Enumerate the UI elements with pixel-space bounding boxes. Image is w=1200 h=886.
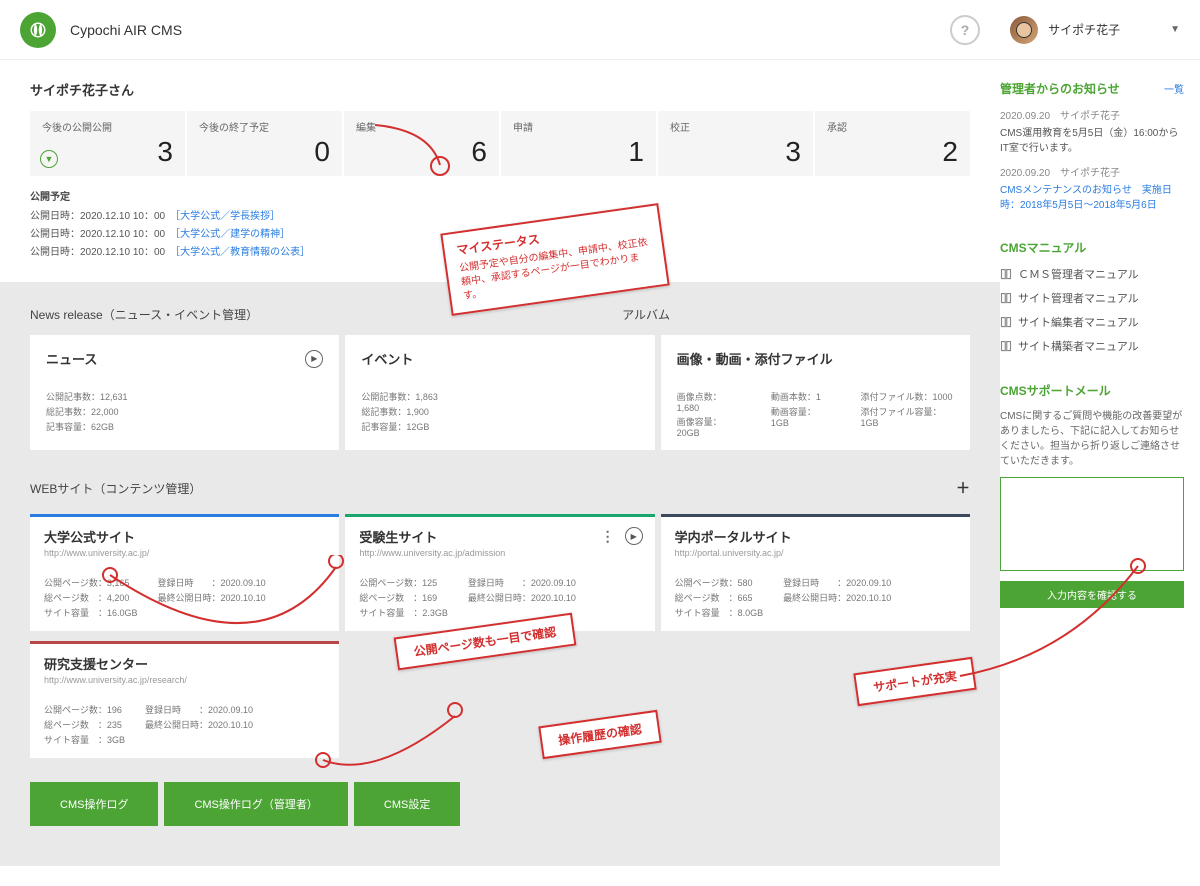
album-card[interactable]: 画像・動画・添付ファイル 画像点数：1,680画像容量：20GB 動画本数：1動…	[661, 335, 970, 450]
user-menu[interactable]: サイポチ花子 ▼	[1010, 16, 1180, 44]
support-submit-button[interactable]: 入力内容を確認する	[1000, 581, 1184, 608]
status-cell-publish[interactable]: 今後の公開公開 3 ▼	[30, 111, 185, 176]
status-cell-edit[interactable]: 編集6	[344, 111, 499, 176]
play-icon[interactable]: ▶	[625, 527, 643, 545]
manual-link[interactable]: サイト編集者マニュアル	[1000, 314, 1184, 330]
chevron-down-icon[interactable]: ▼	[40, 150, 58, 168]
notices-block: 管理者からのお知らせ一覧 2020.09.20 サイポチ花子CMS運用教育を5月…	[1000, 80, 1184, 211]
site-card-research[interactable]: 研究支援センター http://www.university.ac.jp/res…	[30, 641, 339, 758]
manual-block: CMSマニュアル ＣＭＳ管理者マニュアル サイト管理者マニュアル サイト編集者マ…	[1000, 239, 1184, 354]
help-icon[interactable]: ?	[950, 15, 980, 45]
status-row: 今後の公開公開 3 ▼ 今後の終了予定0 編集6 申請1 校正3 承認2	[30, 111, 970, 176]
play-icon[interactable]: ▶	[305, 350, 323, 368]
site-card-portal[interactable]: 学内ポータルサイト http://portal.university.ac.jp…	[661, 514, 970, 631]
support-textarea[interactable]	[1000, 477, 1184, 571]
manual-link[interactable]: サイト構築者マニュアル	[1000, 338, 1184, 354]
status-cell-approve[interactable]: 承認2	[815, 111, 970, 176]
support-block: CMSサポートメール CMSに関するご質問や機能の改善要望がありましたら、下記に…	[1000, 382, 1184, 608]
settings-button[interactable]: CMS設定	[354, 782, 460, 826]
publish-link[interactable]: ［大学公式／学長挨拶］	[175, 211, 280, 222]
book-icon	[1000, 268, 1012, 280]
publish-link[interactable]: ［大学公式／建学の精神］	[175, 229, 290, 240]
log-admin-button[interactable]: CMS操作ログ（管理者）	[164, 782, 347, 826]
logo-icon	[20, 12, 56, 48]
site-card-official[interactable]: 大学公式サイト http://www.university.ac.jp/ 公開ペ…	[30, 514, 339, 631]
site-card-admission[interactable]: ⋮▶ 受験生サイト http://www.university.ac.jp/ad…	[345, 514, 654, 631]
status-cell-end[interactable]: 今後の終了予定0	[187, 111, 342, 176]
book-icon	[1000, 340, 1012, 352]
notices-all-link[interactable]: 一覧	[1164, 81, 1184, 96]
manual-link[interactable]: ＣＭＳ管理者マニュアル	[1000, 266, 1184, 282]
plus-icon[interactable]: ＋	[956, 478, 970, 498]
status-cell-proof[interactable]: 校正3	[658, 111, 813, 176]
book-icon	[1000, 292, 1012, 304]
log-button[interactable]: CMS操作ログ	[30, 782, 158, 826]
manual-link[interactable]: サイト管理者マニュアル	[1000, 290, 1184, 306]
notice-link[interactable]: CMSメンテナンスのお知らせ 実施日時：2018年5月5日～2018年5月6日	[1000, 185, 1172, 211]
avatar	[1010, 16, 1038, 44]
web-section-head: WEBサイト（コンテンツ管理）＋	[30, 478, 970, 498]
app-title: Cypochi AIR CMS	[70, 22, 182, 38]
news-card[interactable]: ニュース▶ 公開記事数：12,631総記事数：22,000記事容量：62GB	[30, 335, 339, 450]
book-icon	[1000, 316, 1012, 328]
chevron-down-icon: ▼	[1170, 24, 1180, 35]
publish-link[interactable]: ［大学公式／教育情報の公表］	[175, 247, 310, 258]
event-card[interactable]: イベント 公開記事数：1,863総記事数：1,900記事容量：12GB	[345, 335, 654, 450]
header-bar: Cypochi AIR CMS ? サイポチ花子 ▼	[0, 0, 1200, 60]
user-name: サイポチ花子	[1048, 21, 1120, 38]
kebab-icon[interactable]: ⋮	[601, 529, 615, 543]
status-cell-apply[interactable]: 申請1	[501, 111, 656, 176]
greeting: サイポチ花子さん	[30, 80, 970, 99]
